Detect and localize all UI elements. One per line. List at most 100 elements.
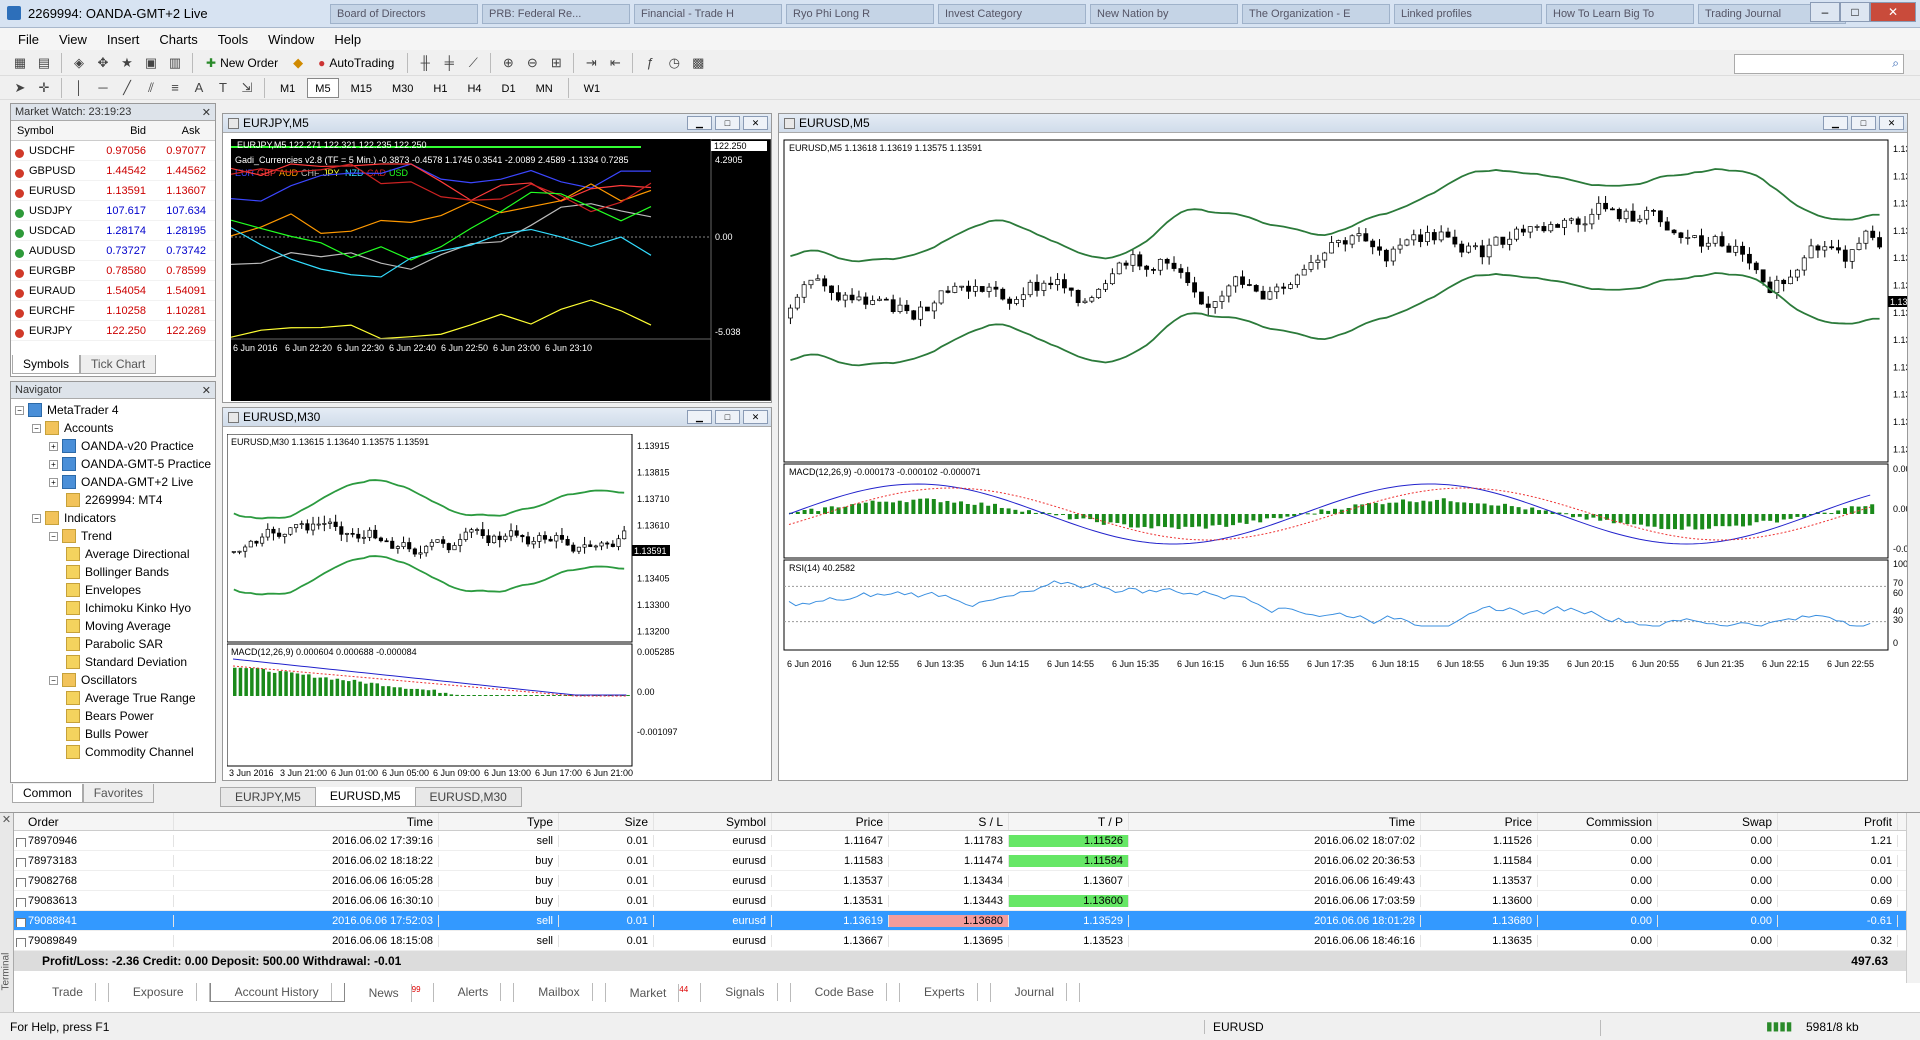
terminal-tab-mailbox[interactable]: Mailbox (514, 983, 606, 1002)
navigator-item[interactable]: − Trend (15, 527, 215, 545)
market-watch-row[interactable]: USDJPY 107.617 107.634 (11, 201, 215, 221)
table-row[interactable]: 79088841 2016.06.06 17:52:03 sell 0.01 eurus… (14, 911, 1906, 931)
line-chart-icon[interactable]: ⟋ (463, 53, 483, 73)
zoom-in-icon[interactable]: ⊕ (498, 53, 518, 73)
tab-common[interactable]: Common (12, 784, 83, 803)
market-watch-row[interactable]: GBPUSD 1.44542 1.44562 (11, 161, 215, 181)
periods-icon[interactable]: ◷ (664, 53, 684, 73)
column-header[interactable]: T / P (1009, 813, 1129, 830)
history-scrollbar[interactable] (1906, 813, 1920, 983)
column-header[interactable]: Price (1421, 813, 1538, 830)
minimize-button[interactable]: ‒ (1810, 2, 1840, 22)
timeframe-m5[interactable]: M5 (307, 77, 339, 98)
chart-maximize-button[interactable]: □ (1851, 116, 1876, 130)
column-header[interactable]: Price (772, 813, 889, 830)
close-icon[interactable]: ✕ (202, 106, 211, 119)
menu-file[interactable]: File (8, 32, 49, 47)
timeframe-h1[interactable]: H1 (425, 78, 455, 98)
tab-symbols[interactable]: Symbols (12, 355, 81, 374)
expand-icon[interactable]: + (49, 459, 58, 469)
terminal-tab-trade[interactable]: Trade (28, 983, 109, 1002)
browser-tab[interactable]: PRB: Federal Re... (482, 4, 630, 24)
expand-icon[interactable]: − (32, 423, 41, 433)
autotrading-button[interactable]: ● AutoTrading (312, 52, 400, 74)
navigator-icon[interactable]: ★ (117, 53, 137, 73)
chart-minimize-button[interactable]: ▁ (687, 116, 712, 130)
terminal-tab-journal[interactable]: Journal (991, 983, 1080, 1002)
menu-charts[interactable]: Charts (149, 32, 207, 47)
chart-tab[interactable]: EURUSD,M30 (414, 787, 522, 807)
zoom-out-icon[interactable]: ⊖ (522, 53, 542, 73)
navigator-item[interactable]: − Oscillators (15, 671, 215, 689)
navigator-item[interactable]: Average True Range (15, 689, 215, 707)
timeframe-m30[interactable]: M30 (384, 78, 421, 98)
navigator-item[interactable]: − MetaTrader 4 (15, 401, 215, 419)
terminal-tab-signals[interactable]: Signals (701, 983, 791, 1002)
timeframe-m15[interactable]: M15 (343, 78, 380, 98)
expand-icon[interactable]: − (32, 513, 41, 523)
chart-maximize-button[interactable]: □ (715, 410, 740, 424)
menu-help[interactable]: Help (324, 32, 371, 47)
chart-close-button[interactable]: ✕ (743, 116, 768, 130)
timeframe-d1[interactable]: D1 (494, 78, 524, 98)
table-row[interactable]: 79083613 2016.06.06 16:30:10 buy 0.01 eurusd… (14, 891, 1906, 911)
crosshair-icon[interactable]: ✛ (34, 78, 54, 98)
terminal-tab-experts[interactable]: Experts (900, 983, 991, 1002)
browser-tab[interactable]: How To Learn Big To (1546, 4, 1694, 24)
eurusd-m5-chart-area[interactable]: EURUSD,M5 1.13618 1.13619 1.13575 1.1359… (783, 139, 1907, 779)
market-watch-row[interactable]: EURAUD 1.54054 1.54091 (11, 281, 215, 301)
eurusd-m30-chart-area[interactable]: EURUSD,M30 1.13615 1.13640 1.13575 1.135… (227, 434, 771, 779)
table-row[interactable]: 79082768 2016.06.06 16:05:28 buy 0.01 eurusd… (14, 871, 1906, 891)
cursor-icon[interactable]: ➤ (10, 78, 30, 98)
market-watch-row[interactable]: EURCHF 1.10258 1.10281 (11, 301, 215, 321)
timeframe-mn[interactable]: MN (528, 78, 561, 98)
chart-tab[interactable]: EURJPY,M5 (220, 787, 316, 807)
expand-icon[interactable]: − (15, 405, 24, 415)
column-header[interactable]: Time (174, 813, 439, 830)
expand-icon[interactable]: − (49, 531, 58, 541)
chart-tab[interactable]: EURUSD,M5 (314, 787, 416, 807)
terminal-icon[interactable]: ▣ (141, 53, 161, 73)
terminal-tab-market[interactable]: Market 44 (606, 983, 702, 1002)
close-button[interactable]: ✕ (1870, 2, 1916, 22)
navigator-item[interactable]: Bears Power (15, 707, 215, 725)
navigator-item[interactable]: Commodity Channel (15, 743, 215, 761)
close-icon[interactable]: ✕ (202, 384, 211, 397)
expand-icon[interactable]: + (49, 441, 58, 451)
navigator-item[interactable]: Bulls Power (15, 725, 215, 743)
table-row[interactable]: 79089849 2016.06.06 18:15:08 sell 0.01 eurus… (14, 931, 1906, 951)
channel-icon[interactable]: ⫽ (141, 78, 161, 98)
new-order-button[interactable]: ✚ New Order (200, 52, 284, 74)
browser-tab[interactable]: Linked profiles (1394, 4, 1542, 24)
terminal-tab-news[interactable]: News 99 (345, 983, 434, 1002)
navigator-item[interactable]: Ichimoku Kinko Hyo (15, 599, 215, 617)
browser-tab[interactable]: Invest Category (938, 4, 1086, 24)
navigator-item[interactable]: + OANDA-GMT-5 Practice (15, 455, 215, 473)
column-header[interactable]: Order (14, 813, 174, 830)
fibonacci-icon[interactable]: ≡ (165, 78, 185, 98)
candlestick-icon[interactable]: ╪ (439, 53, 459, 73)
market-watch-icon[interactable]: ◈ (69, 53, 89, 73)
expand-icon[interactable]: + (49, 477, 58, 487)
menu-insert[interactable]: Insert (97, 32, 150, 47)
market-watch-row[interactable]: EURUSD 1.13591 1.13607 (11, 181, 215, 201)
indicators-icon[interactable]: ƒ (640, 53, 660, 73)
menu-view[interactable]: View (49, 32, 97, 47)
navigator-item[interactable]: 2269994: MT4 (15, 491, 215, 509)
timeframe-m1[interactable]: M1 (272, 78, 303, 98)
chart-close-button[interactable]: ✕ (743, 410, 768, 424)
navigator-item[interactable]: − Indicators (15, 509, 215, 527)
trendline-icon[interactable]: ╱ (117, 78, 137, 98)
text-icon[interactable]: A (189, 78, 209, 98)
terminal-tab-code-base[interactable]: Code Base (791, 983, 900, 1002)
market-watch-row[interactable]: USDCAD 1.28174 1.28195 (11, 221, 215, 241)
column-header[interactable]: S / L (889, 813, 1009, 830)
chart-window-eurjpy[interactable]: EURJPY,M5 ▁ □ ✕ EURJPY,M5 122.271 122.321 … (222, 113, 772, 403)
navigator-item[interactable]: Bollinger Bands (15, 563, 215, 581)
profiles-icon[interactable]: ▤ (34, 53, 54, 73)
terminal-tab-exposure[interactable]: Exposure (109, 983, 210, 1002)
browser-tab[interactable]: The Organization - E (1242, 4, 1390, 24)
timeframe-w1[interactable]: W1 (576, 78, 609, 98)
browser-tab[interactable]: Ryo Phi Long R (786, 4, 934, 24)
auto-scroll-icon[interactable]: ⇥ (581, 53, 601, 73)
